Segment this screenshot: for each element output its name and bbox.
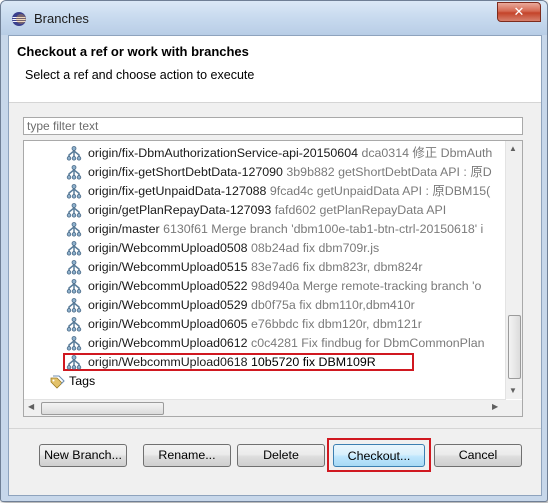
button-separator [9, 428, 541, 429]
branch-row[interactable]: origin/getPlanRepayData-127093 fafd602 g… [24, 201, 506, 220]
branch-row[interactable]: origin/fix-DbmAuthorizationService-api-2… [24, 144, 506, 163]
branch-ref-name: origin/WebcommUpload0605 [88, 317, 248, 331]
dialog-description: Select a ref and choose action to execut… [25, 68, 255, 82]
checkout-button[interactable]: Checkout... [333, 444, 425, 467]
branch-commit-info: 10b5720 fix DBM109R [251, 355, 376, 369]
branch-icon [66, 165, 82, 180]
branch-icon [66, 355, 82, 370]
branch-row[interactable]: origin/WebcommUpload0508 08b24ad fix dbm… [24, 239, 506, 258]
vertical-scroll-thumb[interactable] [508, 315, 521, 379]
branch-icon [66, 184, 82, 199]
branch-row[interactable]: origin/master 6130f61 Merge branch 'dbm1… [24, 220, 506, 239]
scroll-left-icon[interactable]: ◀ [28, 402, 34, 411]
branch-icon [66, 298, 82, 313]
filter-input[interactable] [24, 118, 520, 134]
scroll-down-icon[interactable]: ▼ [509, 386, 517, 395]
branch-icon [66, 317, 82, 332]
branch-row-text: origin/fix-getShortDebtData-127090 3b9b8… [88, 163, 492, 182]
filter-field[interactable] [23, 117, 523, 135]
branch-ref-name: origin/WebcommUpload0612 [88, 336, 248, 350]
tags-node[interactable]: Tags [24, 372, 506, 391]
vertical-scrollbar[interactable]: ▲ ▼ [505, 141, 522, 399]
branch-icon [66, 279, 82, 294]
scroll-up-icon[interactable]: ▲ [509, 144, 517, 153]
dialog-body: Checkout a ref or work with branches Sel… [8, 35, 542, 496]
branch-ref-name: origin/getPlanRepayData-127093 [88, 203, 272, 217]
branch-icon [66, 241, 82, 256]
branch-icon [66, 336, 82, 351]
branch-ref-name: origin/WebcommUpload0515 [88, 260, 248, 274]
selected-branch-row[interactable]: origin/WebcommUpload0618 10b5720 fix DBM… [24, 353, 506, 372]
branch-commit-info: 3b9b882 getShortDebtData API : 原D [286, 165, 492, 179]
branch-row[interactable]: origin/WebcommUpload0515 83e7ad6 fix dbm… [24, 258, 506, 277]
branch-ref-name: origin/fix-getUnpaidData-127088 [88, 184, 267, 198]
horizontal-scroll-thumb[interactable] [41, 402, 164, 415]
new-branch-button[interactable]: New Branch... [39, 444, 127, 467]
branch-row-text: origin/WebcommUpload0508 08b24ad fix dbm… [88, 239, 379, 258]
branch-row[interactable]: origin/WebcommUpload0605 e76bbdc fix dbm… [24, 315, 506, 334]
branch-commit-info: fafd602 getPlanRepayData API [274, 203, 447, 217]
branch-row-text: origin/WebcommUpload0612 c0c4281 Fix fin… [88, 334, 484, 353]
branch-row-text: origin/WebcommUpload0515 83e7ad6 fix dbm… [88, 258, 423, 277]
branch-ref-name: origin/WebcommUpload0522 [88, 279, 248, 293]
branch-ref-name: origin/WebcommUpload0618 [88, 355, 248, 369]
branch-icon [66, 260, 82, 275]
scroll-right-icon[interactable]: ▶ [492, 402, 498, 411]
branch-commit-info: 83e7ad6 fix dbm823r, dbm824r [251, 260, 423, 274]
branch-row[interactable]: origin/WebcommUpload0529 db0f75a fix dbm… [24, 296, 506, 315]
branch-commit-info: c0c4281 Fix findbug for DbmCommonPlan [251, 336, 485, 350]
branch-ref-name: origin/fix-getShortDebtData-127090 [88, 165, 283, 179]
close-icon: ✕ [513, 4, 525, 19]
window-title: Branches [34, 11, 89, 26]
close-button[interactable]: ✕ [497, 2, 541, 22]
branch-commit-info: e76bbdc fix dbm120r, dbm121r [251, 317, 422, 331]
branch-row-text: origin/WebcommUpload0605 e76bbdc fix dbm… [88, 315, 422, 334]
branch-ref-name: origin/master [88, 222, 160, 236]
branch-ref-name: origin/fix-DbmAuthorizationService-api-2… [88, 146, 358, 160]
branches-dialog: Branches ✕ Checkout a ref or work with b… [0, 0, 548, 502]
delete-button[interactable]: Delete [237, 444, 325, 467]
branch-row-text: origin/WebcommUpload0529 db0f75a fix dbm… [88, 296, 415, 315]
branch-icon [66, 146, 82, 161]
scroll-corner [506, 400, 522, 416]
title-bar[interactable]: Branches ✕ [1, 1, 547, 35]
branch-commit-info: 98d940a Merge remote-tracking branch 'o [251, 279, 482, 293]
branch-icon [66, 203, 82, 218]
branch-row[interactable]: origin/WebcommUpload0612 c0c4281 Fix fin… [24, 334, 506, 353]
branch-row[interactable]: origin/fix-getShortDebtData-127090 3b9b8… [24, 163, 506, 182]
branch-row-text: origin/getPlanRepayData-127093 fafd602 g… [88, 201, 446, 220]
tags-label: Tags [69, 374, 96, 388]
dialog-header: Checkout a ref or work with branches Sel… [9, 36, 541, 103]
branch-row-text: origin/fix-getUnpaidData-127088 9fcad4c … [88, 182, 490, 201]
branch-row[interactable]: origin/fix-getUnpaidData-127088 9fcad4c … [24, 182, 506, 201]
cancel-button[interactable]: Cancel [434, 444, 522, 467]
branch-ref-name: origin/WebcommUpload0508 [88, 241, 248, 255]
rename-button[interactable]: Rename... [143, 444, 231, 467]
branch-row-text: origin/WebcommUpload0618 10b5720 fix DBM… [88, 353, 376, 372]
branch-commit-info: dca0314 修正 DbmAuth [361, 146, 493, 160]
branch-commit-info: 9fcad4c getUnpaidData API : 原DBM15( [269, 184, 491, 198]
branch-icon [66, 222, 82, 237]
eclipse-app-icon [12, 12, 26, 26]
branch-row-text: origin/master 6130f61 Merge branch 'dbm1… [88, 220, 483, 239]
ref-tree[interactable]: origin/fix-DbmAuthorizationService-api-2… [23, 140, 523, 417]
ref-tree-rows: origin/fix-DbmAuthorizationService-api-2… [24, 144, 506, 391]
branch-commit-info: db0f75a fix dbm110r,dbm410r [251, 298, 415, 312]
branch-commit-info: 6130f61 Merge branch 'dbm100e-tab1-btn-c… [163, 222, 484, 236]
branch-row-text: origin/WebcommUpload0522 98d940a Merge r… [88, 277, 481, 296]
dialog-heading: Checkout a ref or work with branches [17, 44, 249, 59]
branch-row-text: origin/fix-DbmAuthorizationService-api-2… [88, 144, 492, 163]
branch-commit-info: 08b24ad fix dbm709r.js [251, 241, 380, 255]
branch-row[interactable]: origin/WebcommUpload0522 98d940a Merge r… [24, 277, 506, 296]
branch-ref-name: origin/WebcommUpload0529 [88, 298, 248, 312]
horizontal-scrollbar[interactable]: ◀ ▶ [24, 399, 506, 416]
tags-icon [50, 375, 65, 389]
